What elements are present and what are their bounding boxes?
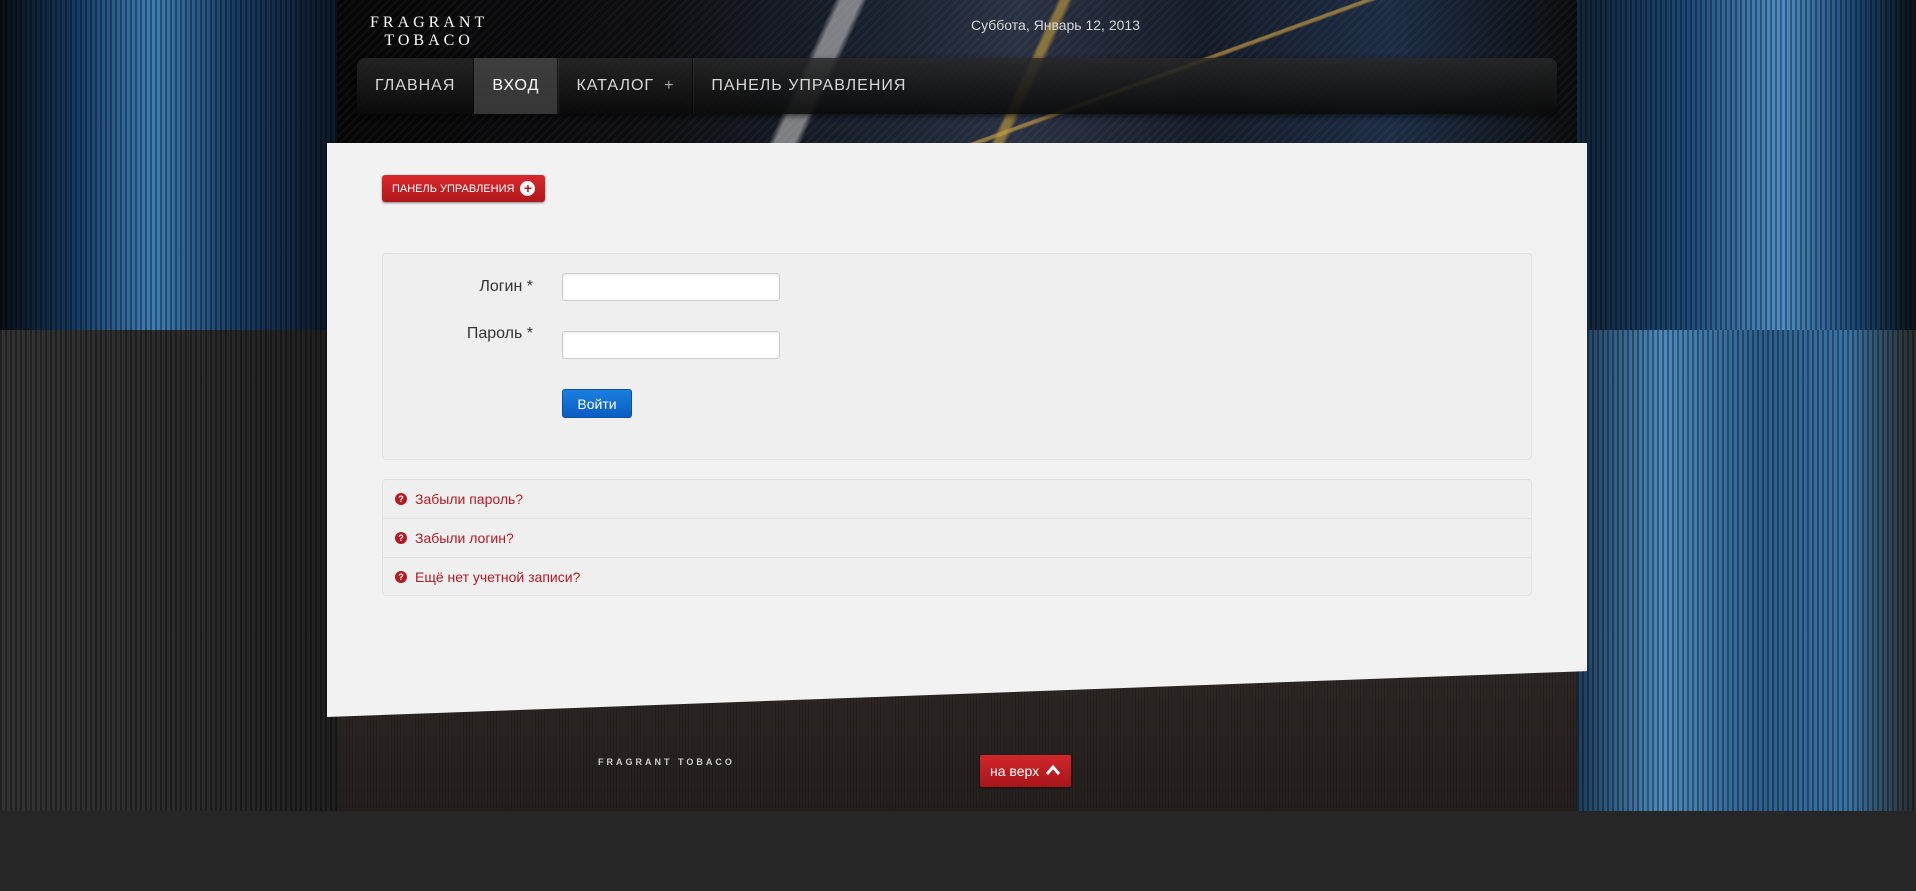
login-submit-button[interactable]: Войти xyxy=(562,389,632,418)
link-label: Ещё нет учетной записи? xyxy=(415,569,581,585)
password-label: Пароль * xyxy=(466,325,533,342)
question-circle-icon: ? xyxy=(395,571,407,583)
logo-line-2: TOBACO xyxy=(384,32,474,49)
nav-item-label: КАТАЛОГ xyxy=(576,77,655,94)
nav-item-home[interactable]: ГЛАВНАЯ xyxy=(357,58,475,114)
control-panel-button-label: ПАНЕЛЬ УПРАВЛЕНИЯ xyxy=(392,182,515,195)
login-label: Логин * xyxy=(479,278,533,295)
nav-item-catalog[interactable]: КАТАЛОГ + xyxy=(558,58,694,114)
main-navigation: ГЛАВНАЯ ВХОД КАТАЛОГ + ПАНЕЛЬ УПРАВЛЕНИЯ xyxy=(357,58,1557,114)
link-label: Забыли пароль? xyxy=(415,491,524,507)
nav-item-control-panel[interactable]: ПАНЕЛЬ УПРАВЛЕНИЯ xyxy=(693,58,924,114)
back-to-top-button[interactable]: на верх xyxy=(980,755,1072,787)
footer-logo: FRAGRANT TOBACO xyxy=(598,757,735,767)
forgot-password-link[interactable]: ? Забыли пароль? xyxy=(383,480,1531,519)
login-form: Логин * Пароль * Войти xyxy=(382,253,1532,460)
nav-item-label: ВХОД xyxy=(492,77,540,94)
plus-circle-icon: + xyxy=(520,181,536,196)
link-label: Забыли логин? xyxy=(415,530,514,546)
current-date: Суббота, Январь 12, 2013 xyxy=(971,17,1140,33)
control-panel-button[interactable]: ПАНЕЛЬ УПРАВЛЕНИЯ + xyxy=(382,175,546,202)
site-header: FRAGRANT TOBACO Суббота, Январь 12, 2013… xyxy=(337,0,1577,150)
nav-item-label: ПАНЕЛЬ УПРАВЛЕНИЯ xyxy=(711,77,907,94)
background-bottom xyxy=(0,811,1916,891)
register-link[interactable]: ? Ещё нет учетной записи? xyxy=(383,558,1531,596)
background-left-stripes xyxy=(0,330,337,811)
background-right-stripes xyxy=(1577,330,1916,811)
password-input[interactable] xyxy=(562,331,780,359)
back-to-top-label: на верх xyxy=(990,763,1040,779)
chevron-up-icon xyxy=(1045,763,1061,779)
question-circle-icon: ? xyxy=(395,532,407,544)
forgot-username-link[interactable]: ? Забыли логин? xyxy=(383,519,1531,558)
logo-line-1: FRAGRANT xyxy=(370,14,489,31)
question-circle-icon: ? xyxy=(395,493,407,505)
login-input[interactable] xyxy=(562,273,780,301)
nav-item-label: ГЛАВНАЯ xyxy=(375,77,456,94)
expand-plus-icon[interactable]: + xyxy=(664,77,674,95)
account-help-links: ? Забыли пароль? ? Забыли логин? ? Ещё н… xyxy=(382,479,1532,596)
site-logo[interactable]: FRAGRANT TOBACO xyxy=(370,14,488,50)
nav-item-login[interactable]: ВХОД xyxy=(474,58,559,114)
